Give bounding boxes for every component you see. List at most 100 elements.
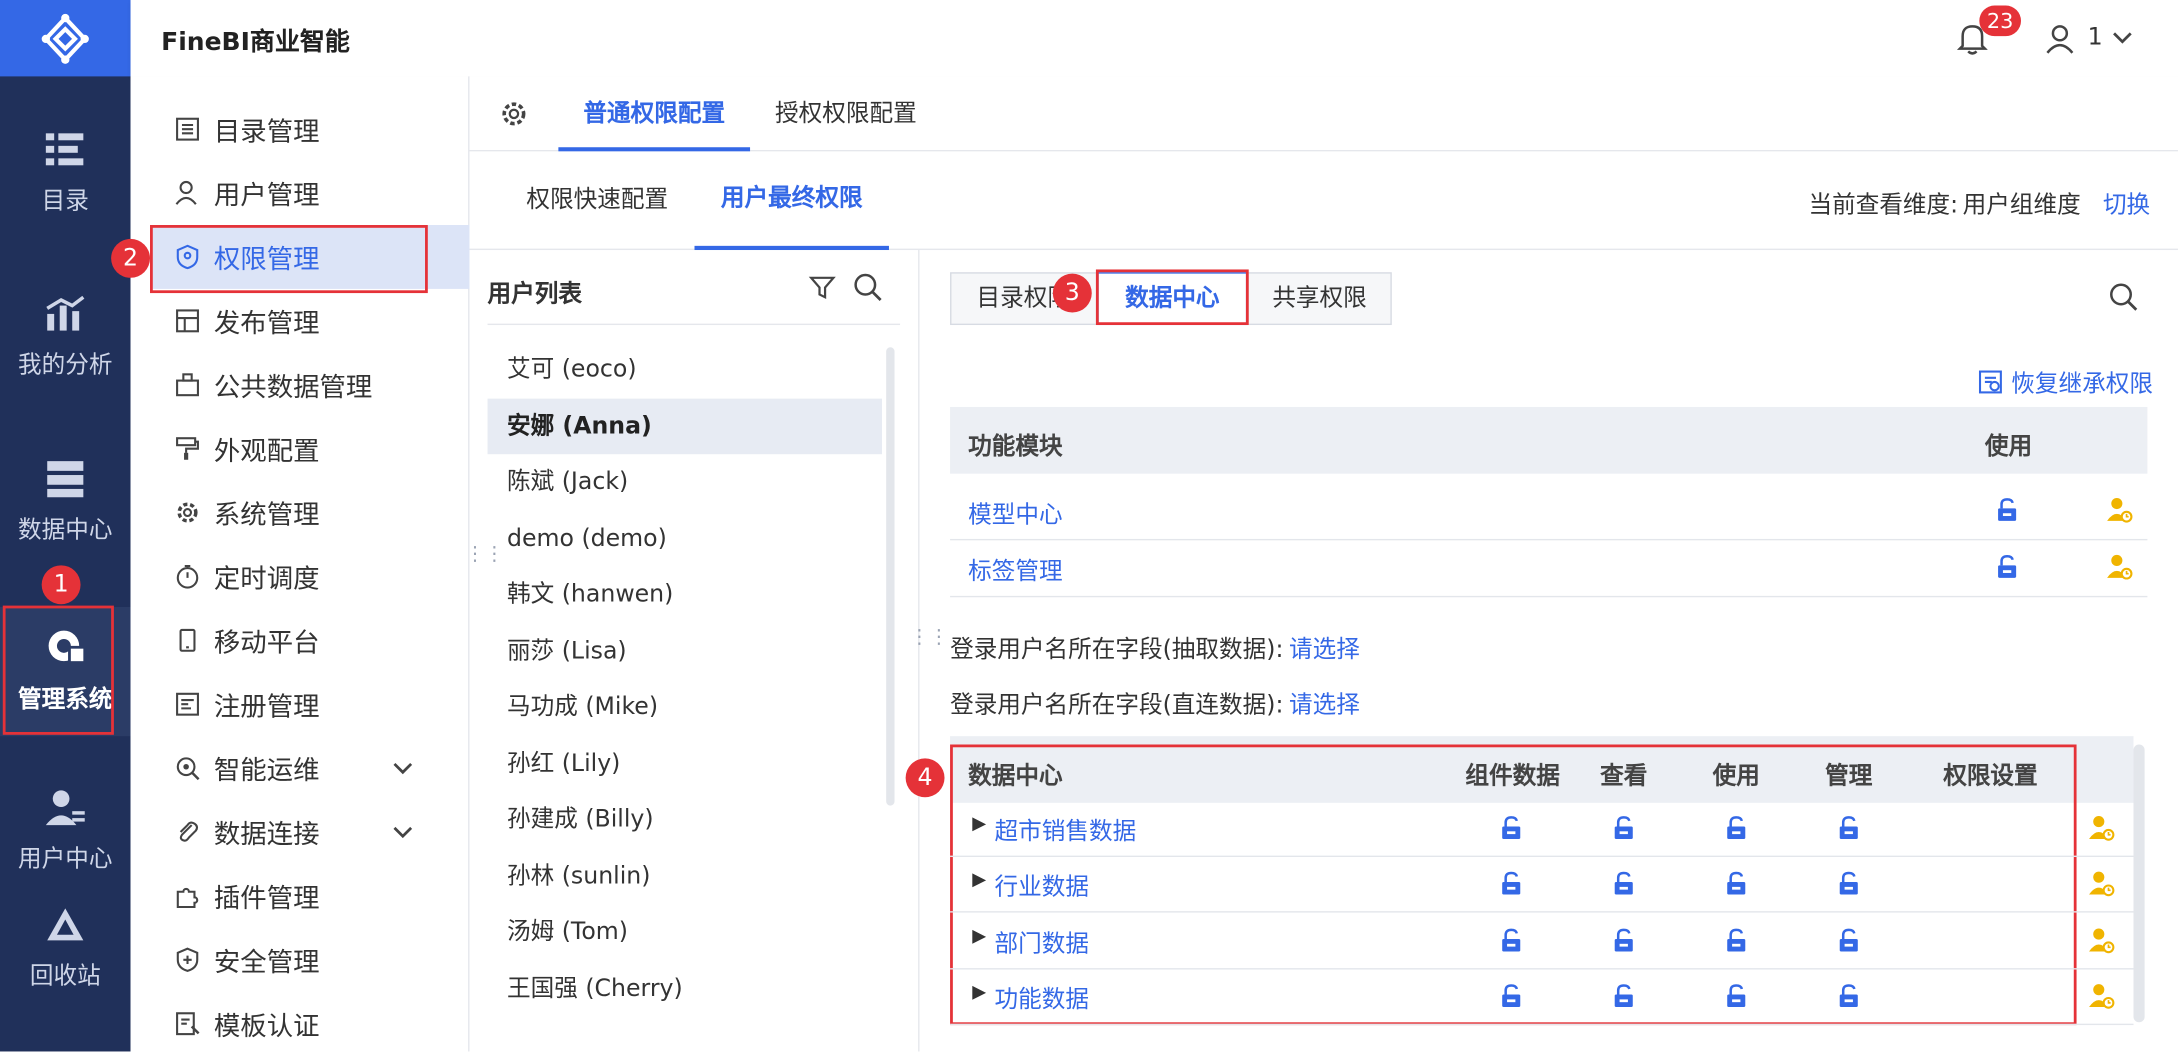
unlock-icon[interactable]	[1995, 554, 2020, 586]
user-list-item[interactable]: 孙林 (sunlin)	[488, 848, 882, 904]
expand-triangle-icon[interactable]: ▶	[972, 814, 986, 835]
tab-user-final-permission[interactable]: 用户最终权限	[694, 151, 889, 251]
rail-item-recycle[interactable]: 回收站	[0, 906, 131, 990]
chevron-down-icon[interactable]	[2111, 29, 2133, 46]
data-center-row-link[interactable]: 行业数据	[995, 867, 1089, 902]
permission-type-tabs: 普通权限配置 授权权限配置	[469, 76, 2178, 152]
data-center-row-link[interactable]: 超市销售数据	[995, 811, 1137, 846]
permission-person-icon[interactable]	[2088, 926, 2116, 961]
user-list-item[interactable]: 艾可 (eoco)	[488, 342, 882, 398]
search-icon[interactable]	[853, 272, 884, 303]
chevron-down-icon[interactable]	[392, 824, 414, 841]
tab-quick-config[interactable]: 权限快速配置	[503, 151, 692, 250]
user-list-item[interactable]: 孙建成 (Billy)	[488, 792, 882, 848]
menu-item-data-connection[interactable]: 数据连接	[150, 800, 469, 864]
unlock-icon[interactable]	[1499, 871, 1524, 903]
permission-person-icon[interactable]	[2106, 552, 2134, 587]
user-list-scrollbar[interactable]	[886, 347, 895, 806]
menu-item-mobile[interactable]: 移动平台	[150, 608, 469, 672]
row-divider	[950, 911, 2134, 914]
menu-item-publish-mgmt[interactable]: 发布管理	[150, 289, 469, 353]
menu-label: 模板认证	[213, 1010, 320, 1042]
menu-item-appearance[interactable]: 外观配置	[150, 417, 469, 481]
register-icon	[176, 692, 199, 716]
menu-item-schedule[interactable]: 定时调度	[150, 544, 469, 608]
user-list-item[interactable]: 丽莎 (Lisa)	[488, 623, 882, 679]
analysis-icon	[46, 295, 85, 331]
expand-triangle-icon[interactable]: ▶	[972, 870, 986, 891]
rail-item-data-center[interactable]: 数据中心	[0, 460, 131, 544]
unlock-icon[interactable]	[1499, 928, 1524, 960]
unlock-icon[interactable]	[1499, 815, 1524, 847]
divider	[487, 323, 901, 326]
public-data-icon	[176, 373, 199, 397]
user-list-item[interactable]: 王国强 (Cherry)	[488, 960, 882, 1016]
unlock-icon[interactable]	[1836, 871, 1861, 903]
segment-shared-permission[interactable]: 共享权限	[1247, 272, 1392, 326]
expand-triangle-icon[interactable]: ▶	[972, 926, 986, 947]
unlock-icon[interactable]	[1836, 815, 1861, 847]
menu-item-system-mgmt[interactable]: 系统管理	[150, 481, 469, 545]
settings-gear-icon[interactable]	[500, 100, 528, 128]
rail-item-user-center[interactable]: 用户中心	[0, 789, 131, 874]
permission-person-icon[interactable]	[2088, 814, 2116, 849]
rail-item-analysis[interactable]: 我的分析	[0, 294, 131, 379]
filter-icon[interactable]	[808, 274, 836, 302]
data-center-row-link[interactable]: 部门数据	[995, 923, 1089, 958]
extract-field-select[interactable]: 请选择	[1289, 629, 1360, 664]
expand-triangle-icon[interactable]: ▶	[972, 982, 986, 1003]
menu-item-ops[interactable]: 智能运维	[150, 736, 469, 800]
menu-item-plugins[interactable]: 插件管理	[150, 864, 469, 928]
unlock-icon[interactable]	[1611, 928, 1636, 960]
rail-item-catalog[interactable]: 目录	[0, 131, 131, 215]
unlock-icon[interactable]	[1836, 928, 1861, 960]
unlock-icon[interactable]	[1995, 497, 2020, 529]
menu-item-catalog-mgmt[interactable]: 目录管理	[150, 97, 469, 161]
user-center-icon	[45, 790, 85, 826]
user-list-item[interactable]: 马功成 (Mike)	[488, 679, 882, 735]
user-list-item[interactable]: 陈斌 (Jack)	[488, 454, 882, 510]
unlock-icon[interactable]	[1724, 984, 1749, 1016]
data-center-row-link[interactable]: 功能数据	[995, 980, 1089, 1014]
menu-item-user-mgmt[interactable]: 用户管理	[150, 161, 469, 225]
tab-authorization-permission[interactable]: 授权权限配置	[750, 76, 942, 151]
unlock-icon[interactable]	[1499, 984, 1524, 1016]
user-list-item[interactable]: 汤姆 (Tom)	[488, 904, 882, 960]
unlock-icon[interactable]	[1611, 871, 1636, 903]
permission-person-icon[interactable]	[2106, 496, 2134, 531]
tab-normal-permission[interactable]: 普通权限配置	[558, 76, 751, 152]
extract-field-label: 登录用户名所在字段(抽取数据):	[950, 636, 1284, 664]
direct-field-select[interactable]: 请选择	[1289, 685, 1360, 720]
menu-item-public-data[interactable]: 公共数据管理	[150, 353, 469, 417]
func-module-link[interactable]: 标签管理	[968, 551, 1062, 586]
permission-person-icon[interactable]	[2088, 982, 2116, 1017]
app-title: FineBI商业智能	[161, 27, 350, 57]
user-avatar-icon[interactable]	[2045, 24, 2076, 55]
permission-person-icon[interactable]	[2088, 870, 2116, 905]
resize-handle[interactable]: ⋮⋮	[910, 628, 949, 647]
menu-item-template-cert[interactable]: 模板认证	[150, 992, 469, 1052]
user-list-item[interactable]: demo (demo)	[488, 510, 882, 566]
func-module-link[interactable]: 模型中心	[968, 494, 1062, 529]
menu-item-register[interactable]: 注册管理	[150, 672, 469, 736]
unlock-icon[interactable]	[1611, 815, 1636, 847]
certificate-icon	[176, 1012, 200, 1036]
unlock-icon[interactable]	[1724, 871, 1749, 903]
unlock-icon[interactable]	[1724, 928, 1749, 960]
search-icon[interactable]	[2109, 282, 2140, 313]
menu-item-security[interactable]: 安全管理	[150, 928, 469, 992]
user-list-item[interactable]: 安娜 (Anna)	[487, 397, 883, 454]
user-list-item[interactable]: 孙红 (Lily)	[488, 735, 882, 791]
restore-inherit-button[interactable]: 恢复继承权限	[1978, 364, 2153, 399]
user-name[interactable]: 1	[2088, 24, 2103, 52]
table-scrollbar[interactable]	[2133, 744, 2145, 1023]
unlock-icon[interactable]	[1836, 984, 1861, 1016]
timer-icon	[176, 564, 199, 589]
user-list-item[interactable]: 韩文 (hanwen)	[488, 567, 882, 623]
recycle-icon	[47, 908, 84, 941]
unlock-icon[interactable]	[1724, 815, 1749, 847]
unlock-icon[interactable]	[1611, 984, 1636, 1016]
fine-logo[interactable]	[0, 0, 131, 77]
chevron-down-icon[interactable]	[392, 760, 414, 777]
switch-link[interactable]: 切换	[2103, 185, 2150, 220]
